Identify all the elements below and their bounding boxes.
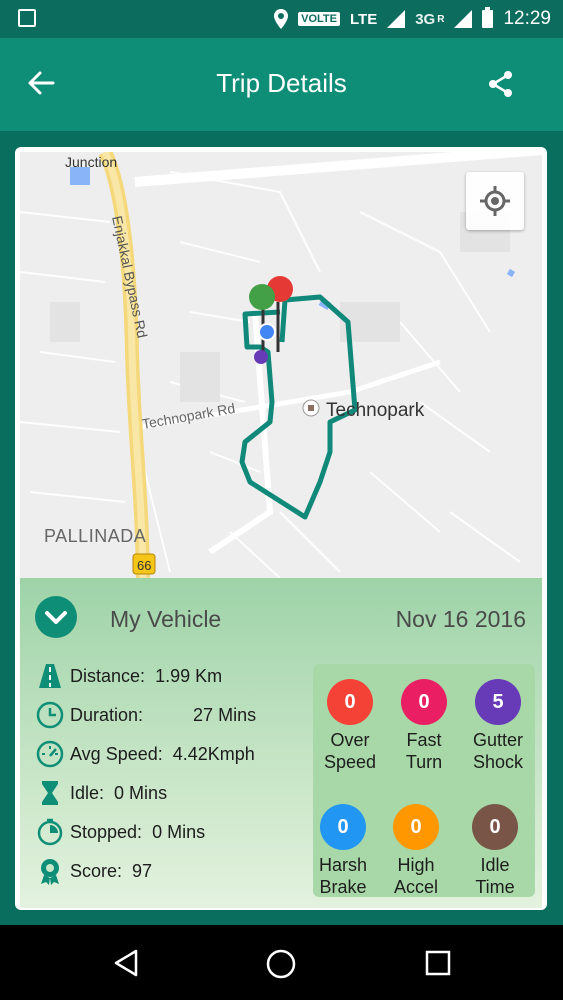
map-label-technopark-rd: Technopark Rd [141, 400, 237, 432]
event-harsh-brake: 0 Harsh Brake [303, 804, 383, 898]
driving-events-panel: 0 Over Speed 0 Fast Turn 5 Gutter Shock 0 H… [313, 664, 535, 897]
event-idle-time: 0 Idle Time [455, 804, 535, 898]
back-nav-icon[interactable] [112, 948, 140, 978]
map-label-technopark: Technopark [326, 400, 425, 421]
recents-nav-icon[interactable] [424, 949, 452, 977]
stat-distance: Distance: 1.99 Km [35, 661, 222, 691]
signal-icon [387, 10, 406, 28]
trip-date: Nov 16 2016 [395, 606, 526, 632]
stopwatch-icon [37, 818, 63, 846]
clock-time: 12:29 [503, 8, 551, 29]
stat-idle: Idle: 0 Mins [35, 778, 167, 808]
my-location-button[interactable] [466, 172, 524, 230]
hourglass-icon [42, 781, 58, 805]
road-icon [39, 664, 61, 688]
clock-icon [36, 701, 64, 729]
event-over-speed: 0 Over Speed [310, 679, 390, 773]
location-icon [274, 9, 289, 29]
vehicle-name: My Vehicle [110, 606, 222, 632]
trip-card: Junction Enjakkal Bypass Rd Technopark R… [15, 147, 547, 910]
share-icon[interactable] [487, 70, 515, 98]
stat-score: Score: 97 [35, 856, 152, 886]
map-label-junction: Junction [65, 154, 117, 170]
stat-stopped: Stopped: 0 Mins [35, 817, 205, 847]
trip-summary: My Vehicle Nov 16 2016 Distance: 1.99 Km… [20, 578, 542, 908]
status-bar: VOLTE LTE 3G R 12:29 [0, 0, 563, 38]
stat-avg-speed: Avg Speed: 4.42Kmph [35, 739, 255, 769]
speedometer-icon [36, 740, 64, 768]
event-fast-turn: 0 Fast Turn [384, 679, 464, 773]
trip-map[interactable]: Junction Enjakkal Bypass Rd Technopark R… [20, 152, 542, 578]
page-title: Trip Details [216, 68, 347, 98]
event-high-accel: 0 High Accel [376, 804, 456, 898]
home-nav-icon[interactable] [265, 948, 297, 980]
stat-duration: Duration: 27 Mins [35, 700, 256, 730]
system-nav-bar [0, 925, 563, 1000]
chevron-down-icon[interactable] [35, 596, 77, 638]
lte-indicator: LTE [349, 10, 378, 28]
map-label-route-number: 66 [137, 558, 151, 573]
award-icon [41, 859, 59, 885]
roaming-indicator: R [437, 13, 445, 25]
my-location-icon [480, 186, 510, 216]
network-indicator: 3G [415, 10, 436, 28]
map-label-pallinada: PALLINADA [44, 526, 146, 546]
event-gutter-shock: 5 Gutter Shock [458, 679, 538, 773]
battery-icon [482, 7, 494, 28]
signal-icon [454, 10, 473, 28]
app-toolbar: Trip Details [0, 38, 563, 131]
volte-badge: VOLTE [298, 12, 340, 26]
image-icon [18, 9, 36, 27]
